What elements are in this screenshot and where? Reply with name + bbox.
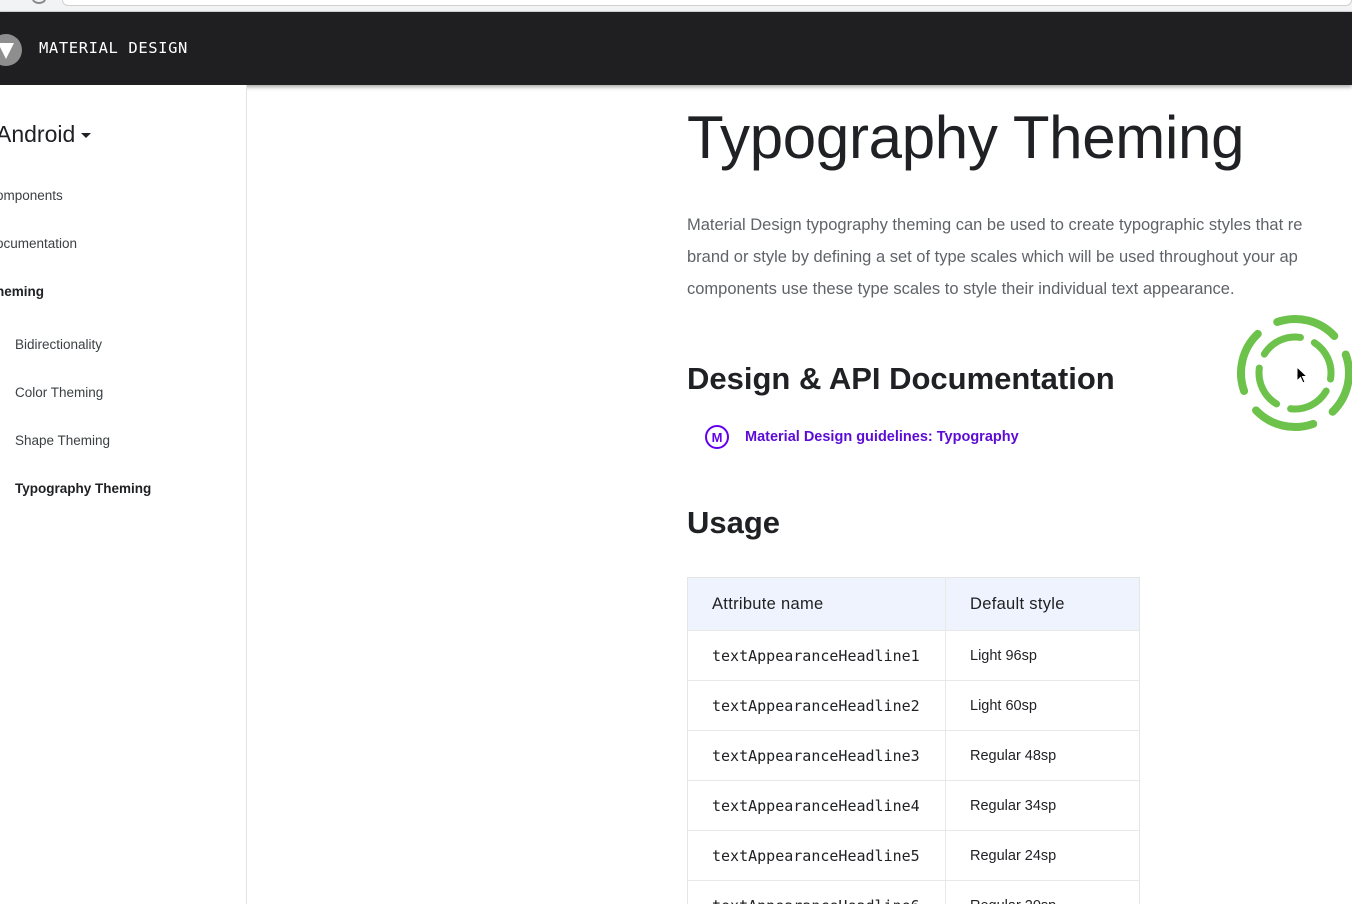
column-header: Default style (945, 577, 1140, 631)
attribute-cell: textAppearanceHeadline5 (687, 830, 946, 881)
table-row: textAppearanceHeadline3 Regular 48sp (687, 730, 1140, 781)
sidebar-item-components[interactable]: omponents (0, 188, 63, 203)
style-cell: Light 60sp (945, 680, 1140, 731)
table-row: textAppearanceHeadline6 Regular 20sp (687, 880, 1140, 904)
style-cell: Regular 48sp (945, 730, 1140, 781)
sidebar-item-typography-theming[interactable]: Typography Theming (15, 481, 151, 496)
attribute-cell: textAppearanceHeadline4 (687, 780, 946, 831)
browser-address-strip (0, 0, 1352, 12)
table-row: textAppearanceHeadline4 Regular 34sp (687, 780, 1140, 831)
page-title: Typography Theming (687, 104, 1245, 171)
table-header-row: Attribute name Default style (687, 577, 1140, 631)
attribute-cell: textAppearanceHeadline3 (687, 730, 946, 781)
platform-selector[interactable]: Android (0, 121, 92, 148)
intro-line: components use these type scales to styl… (687, 280, 1235, 298)
caret-down-icon (81, 133, 92, 138)
brand-title[interactable]: MATERIAL DESIGN (39, 39, 188, 57)
intro-line: brand or style by defining a set of type… (687, 248, 1298, 266)
app-bar: MATERIAL DESIGN (0, 12, 1352, 85)
attribute-table: Attribute name Default style textAppeara… (687, 577, 1140, 904)
usage-heading: Usage (687, 505, 781, 540)
sidebar: Android omponents ocumentation heming Bi… (0, 85, 247, 904)
attribute-cell: textAppearanceHeadline2 (687, 680, 946, 731)
mouse-cursor-icon (1296, 365, 1309, 389)
sidebar-item-theming[interactable]: heming (0, 284, 44, 299)
intro-paragraph: Material Design typography theming can b… (687, 209, 1352, 305)
address-bar[interactable] (62, 0, 1352, 6)
attribute-cell: textAppearanceHeadline6 (687, 880, 946, 904)
intro-line: Material Design typography theming can b… (687, 216, 1303, 234)
sidebar-item-documentation[interactable]: ocumentation (0, 236, 77, 251)
table-row: textAppearanceHeadline2 Light 60sp (687, 680, 1140, 731)
table-row: textAppearanceHeadline5 Regular 24sp (687, 830, 1140, 881)
sidebar-item-color-theming[interactable]: Color Theming (15, 385, 103, 400)
sidebar-item-shape-theming[interactable]: Shape Theming (15, 433, 110, 448)
material-logo-icon[interactable] (0, 34, 22, 66)
main-content: Typography Theming Material Design typog… (687, 85, 1352, 904)
reload-icon[interactable] (32, 0, 46, 4)
sidebar-item-bidirectionality[interactable]: Bidirectionality (15, 337, 102, 352)
platform-label: Android (0, 121, 76, 147)
guideline-link-row[interactable]: M Material Design guidelines: Typography (705, 425, 1019, 449)
loading-spinner-icon (1233, 310, 1352, 440)
style-cell: Regular 20sp (945, 880, 1140, 904)
attribute-cell: textAppearanceHeadline1 (687, 630, 946, 681)
style-cell: Light 96sp (945, 630, 1140, 681)
table-row: textAppearanceHeadline1 Light 96sp (687, 630, 1140, 681)
docs-heading: Design & API Documentation (687, 361, 1115, 396)
style-cell: Regular 34sp (945, 780, 1140, 831)
material-m-icon: M (705, 425, 729, 449)
guideline-link[interactable]: Material Design guidelines: Typography (745, 429, 1019, 445)
column-header: Attribute name (687, 577, 946, 631)
style-cell: Regular 24sp (945, 830, 1140, 881)
